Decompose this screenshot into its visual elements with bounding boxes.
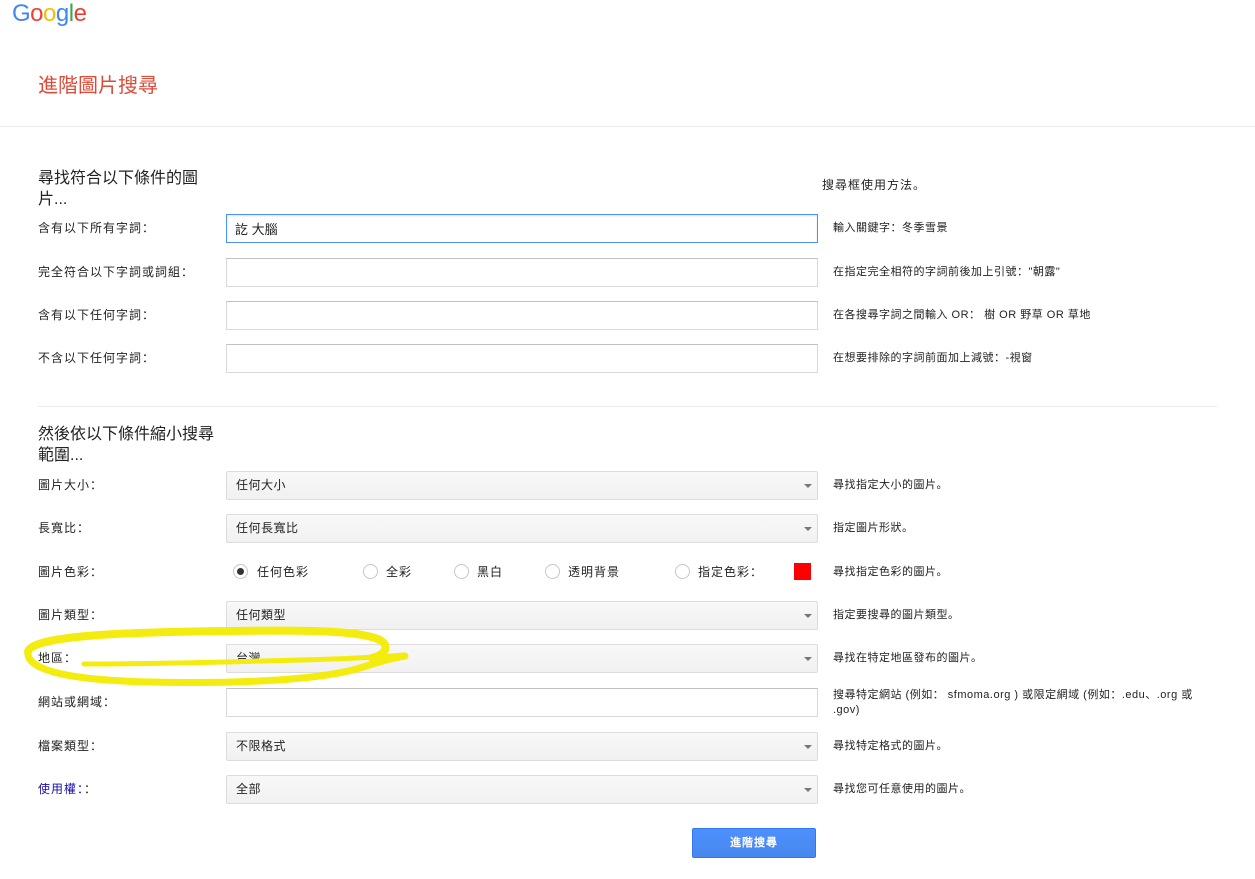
color-radio-specific[interactable] — [675, 564, 690, 579]
dropdown-arrow-icon — [804, 484, 812, 488]
file-type-label: 檔案類型： — [38, 739, 104, 753]
image-type-dropdown[interactable]: 任何類型 — [226, 601, 818, 630]
logo-letter: G — [12, 0, 31, 27]
usage-rights-dropdown[interactable]: 全部 — [226, 775, 818, 804]
color-radio-any[interactable] — [233, 564, 248, 579]
logo-letter: g — [55, 0, 69, 27]
header-divider — [0, 126, 1255, 127]
section-heading-narrow: 然後依以下條件縮小搜尋範圍... — [38, 426, 215, 464]
image-type-label: 圖片類型： — [38, 608, 104, 622]
image-size-label: 圖片大小： — [38, 478, 104, 492]
none-words-label: 不含以下任何字詞： — [38, 351, 156, 365]
usage-rights-hint: 尋找您可任意使用的圖片。 — [833, 783, 971, 795]
any-words-hint: 在各搜尋字詞之間輸入 OR： 樹 OR 野草 OR 草地 — [833, 309, 1091, 321]
color-swatch-picker[interactable] — [794, 563, 811, 580]
usage-rights-suffix: ： — [84, 782, 98, 796]
usage-rights-link[interactable]: 使用權： — [38, 782, 84, 796]
image-type-hint: 指定要搜尋的圖片類型。 — [833, 609, 960, 621]
dropdown-arrow-icon — [804, 527, 812, 531]
color-option-label[interactable]: 黑白 — [477, 564, 503, 580]
search-box-help-link[interactable]: 搜尋框使用方法。 — [822, 177, 926, 193]
file-type-value: 不限格式 — [236, 739, 287, 753]
region-dropdown[interactable]: 台灣 — [226, 644, 818, 673]
image-color-label: 圖片色彩： — [38, 565, 104, 579]
color-radio-transparent[interactable] — [545, 564, 560, 579]
dropdown-arrow-icon — [804, 788, 812, 792]
region-value: 台灣 — [236, 651, 262, 665]
file-type-dropdown[interactable]: 不限格式 — [226, 732, 818, 761]
all-words-input[interactable] — [226, 214, 818, 243]
region-label: 地區： — [38, 651, 78, 665]
image-size-dropdown[interactable]: 任何大小 — [226, 471, 818, 500]
color-radio-full[interactable] — [363, 564, 378, 579]
advanced-search-button[interactable]: 進階搜尋 — [692, 828, 816, 858]
page-title: 進階圖片搜尋 — [38, 75, 158, 97]
exact-phrase-label: 完全符合以下字詞或詞組： — [38, 265, 195, 279]
none-words-hint: 在想要排除的字詞前面加上減號：-視窗 — [833, 352, 1033, 364]
logo-letter: o — [43, 0, 56, 27]
aspect-ratio-hint: 指定圖片形狀。 — [833, 522, 914, 534]
image-type-value: 任何類型 — [236, 608, 287, 622]
image-size-hint: 尋找指定大小的圖片。 — [833, 479, 948, 491]
dropdown-arrow-icon — [804, 614, 812, 618]
none-words-input[interactable] — [226, 344, 818, 373]
any-words-input[interactable] — [226, 301, 818, 330]
all-words-label: 含有以下所有字詞： — [38, 221, 156, 235]
site-label: 網站或網域： — [38, 695, 117, 709]
site-input[interactable] — [226, 688, 818, 717]
aspect-ratio-dropdown[interactable]: 任何長寬比 — [226, 514, 818, 543]
logo-letter: e — [73, 0, 87, 27]
usage-rights-value: 全部 — [236, 782, 262, 796]
exact-phrase-input[interactable] — [226, 258, 818, 287]
aspect-ratio-label: 長寬比： — [38, 521, 91, 535]
google-logo[interactable]: Google — [12, 0, 87, 28]
file-type-hint: 尋找特定格式的圖片。 — [833, 740, 948, 752]
color-option-label[interactable]: 指定色彩： — [698, 564, 763, 580]
color-option-label[interactable]: 任何色彩 — [257, 564, 309, 580]
color-option-label[interactable]: 透明背景 — [568, 564, 620, 580]
section-divider — [38, 406, 1217, 407]
section-heading-find: 尋找符合以下條件的圖片... — [38, 170, 199, 208]
dropdown-arrow-icon — [804, 657, 812, 661]
color-option-label[interactable]: 全彩 — [386, 564, 412, 580]
color-radio-bw[interactable] — [454, 564, 469, 579]
image-color-hint: 尋找指定色彩的圖片。 — [833, 566, 948, 578]
usage-rights-label: 使用權：： — [38, 775, 97, 804]
site-hint: 搜尋特定網站 (例如： sfmoma.org ) 或限定網域 (例如：.edu、… — [833, 689, 1193, 716]
region-hint: 尋找在特定地區發布的圖片。 — [833, 652, 983, 664]
image-size-value: 任何大小 — [236, 478, 287, 492]
dropdown-arrow-icon — [804, 745, 812, 749]
exact-phrase-hint: 在指定完全相符的字詞前後加上引號："朝露" — [833, 266, 1061, 278]
logo-letter: o — [30, 0, 44, 27]
any-words-label: 含有以下任何字詞： — [38, 308, 156, 322]
all-words-hint: 輸入關鍵字：冬季雪景 — [833, 222, 948, 234]
aspect-ratio-value: 任何長寬比 — [236, 521, 299, 535]
